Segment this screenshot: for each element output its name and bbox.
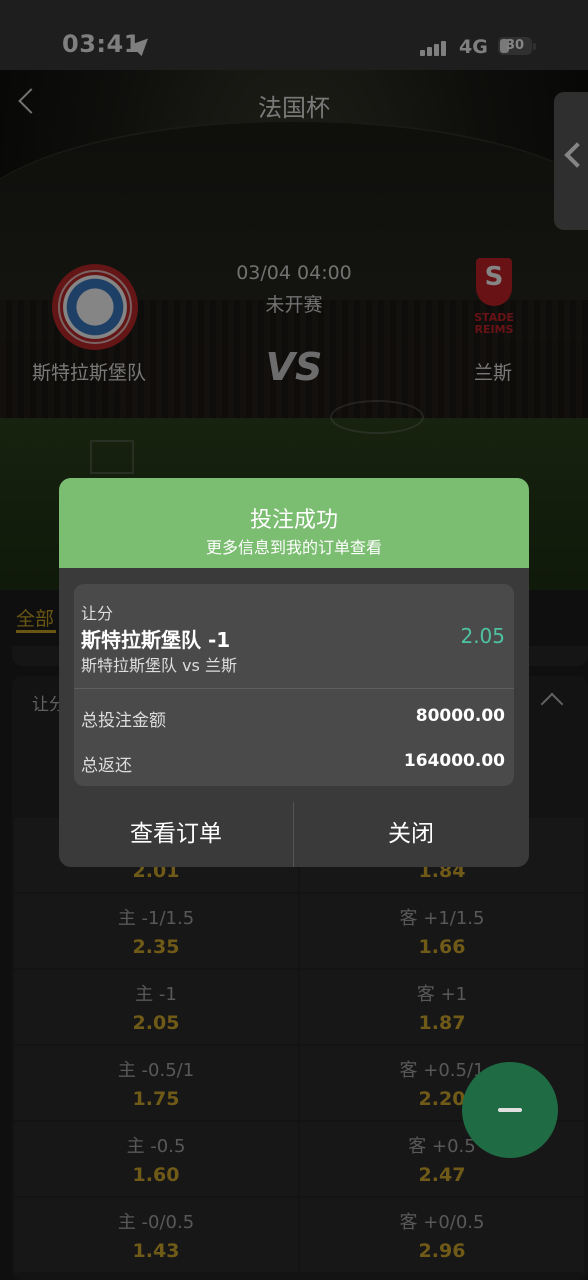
- floating-bet-slip-button[interactable]: [462, 1062, 558, 1158]
- modal-header: 投注成功 更多信息到我的订单查看: [59, 478, 529, 568]
- modal-actions: 查看订单 关闭: [59, 802, 529, 867]
- total-return-label: 总返还: [81, 756, 132, 776]
- modal-title: 投注成功: [249, 508, 338, 533]
- bet-market: 让分: [81, 604, 114, 623]
- close-button[interactable]: 关闭: [294, 802, 528, 867]
- minus-icon: [498, 1108, 522, 1112]
- total-return-value: 164000.00: [403, 751, 505, 771]
- bet-selection: 斯特拉斯堡队 -1: [81, 628, 231, 652]
- bet-success-modal: 投注成功 更多信息到我的订单查看 让分 斯特拉斯堡队 -1 2.05 斯特拉斯堡…: [59, 478, 529, 867]
- total-stake-value: 80000.00: [415, 706, 505, 726]
- total-stake-label: 总投注金额: [81, 711, 166, 731]
- bet-match: 斯特拉斯堡队 vs 兰斯: [81, 656, 237, 675]
- bet-odds: 2.05: [460, 624, 505, 648]
- divider: [74, 688, 514, 689]
- view-order-button[interactable]: 查看订单: [59, 802, 293, 867]
- modal-subtitle: 更多信息到我的订单查看: [205, 538, 382, 557]
